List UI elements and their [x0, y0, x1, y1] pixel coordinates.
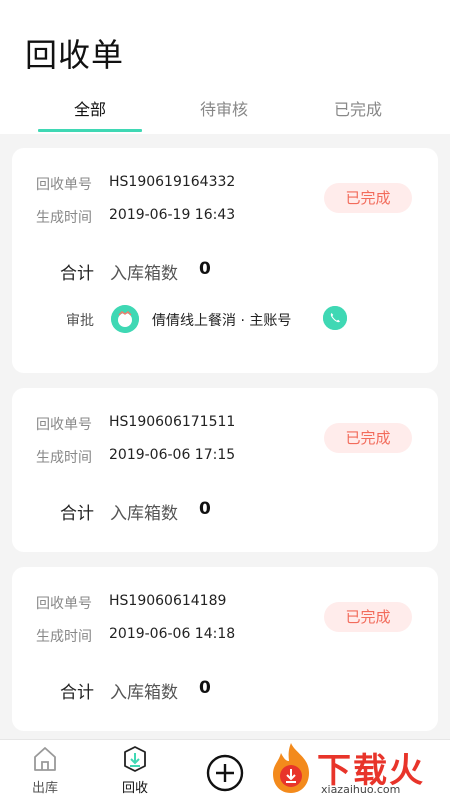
order-no-label: 回收单号: [36, 177, 92, 193]
approve-label: 审批: [66, 313, 94, 329]
order-time-label: 生成时间: [36, 450, 92, 466]
nav-add[interactable]: [195, 740, 255, 800]
in-stock-label: 入库箱数: [110, 683, 178, 703]
order-no-label: 回收单号: [36, 596, 92, 612]
status-badge: 已完成: [324, 423, 412, 453]
watermark-url: xiazaihuo.com: [321, 783, 401, 796]
order-card[interactable]: 回收单号 HS190606171511 生成时间 2019-06-06 17:1…: [12, 388, 438, 552]
watermark-logo: 下载火 xiazaihuo.com: [265, 739, 450, 800]
box-count: 0: [199, 499, 211, 519]
nav-recycle-label: 回收: [121, 781, 148, 796]
tab-completed[interactable]: 已完成: [306, 90, 410, 134]
tab-bar: 全部 待审核 已完成: [0, 90, 450, 134]
phone-icon[interactable]: [323, 306, 347, 330]
plus-circle-icon: [206, 754, 244, 792]
total-label: 合计: [60, 504, 94, 524]
tab-pending[interactable]: 待审核: [172, 90, 276, 134]
recycle-box-icon: [124, 746, 146, 772]
order-no: HS190606171511: [109, 414, 236, 430]
total-label: 合计: [60, 683, 94, 703]
order-time: 2019-06-06 14:18: [109, 626, 236, 642]
order-time: 2019-06-19 16:43: [109, 207, 236, 223]
active-tab-indicator: [38, 129, 142, 132]
nav-outbound[interactable]: 出库: [15, 740, 75, 800]
order-no: HS19060614189: [109, 593, 227, 609]
in-stock-label: 入库箱数: [110, 264, 178, 284]
box-count: 0: [199, 678, 211, 698]
house-icon: [34, 747, 56, 771]
status-badge: 已完成: [324, 602, 412, 632]
order-time-label: 生成时间: [36, 210, 92, 226]
in-stock-label: 入库箱数: [110, 504, 178, 524]
order-no: HS190619164332: [109, 174, 236, 190]
status-badge: 已完成: [324, 183, 412, 213]
flame-icon: [273, 743, 309, 793]
avatar-icon: [111, 305, 139, 333]
approver-avatar: [111, 305, 139, 333]
nav-outbound-label: 出库: [31, 781, 58, 796]
page-title: 回收单: [25, 36, 125, 74]
nav-recycle[interactable]: 回收: [105, 740, 165, 800]
approver-name: 倩倩线上餐消 · 主账号: [152, 313, 292, 329]
header: 回收单 全部 待审核 已完成: [0, 0, 450, 134]
box-count: 0: [199, 259, 211, 279]
order-time: 2019-06-06 17:15: [109, 447, 236, 463]
order-card[interactable]: 回收单号 HS19060614189 生成时间 2019-06-06 14:18…: [12, 567, 438, 731]
tab-all[interactable]: 全部: [38, 90, 142, 134]
total-label: 合计: [60, 264, 94, 284]
order-no-label: 回收单号: [36, 417, 92, 433]
order-card[interactable]: 回收单号 HS190619164332 生成时间 2019-06-19 16:4…: [12, 148, 438, 373]
order-time-label: 生成时间: [36, 629, 92, 645]
